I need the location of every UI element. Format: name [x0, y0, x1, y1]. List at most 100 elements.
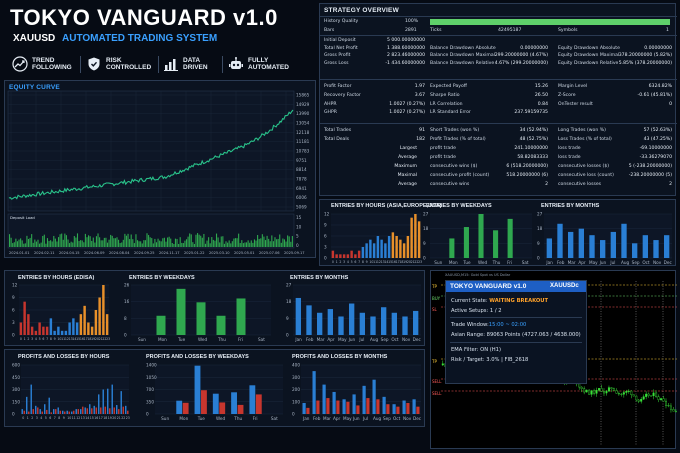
- strategy-cell: Loss Trades (% of total): [558, 137, 612, 142]
- feature-separator: [222, 56, 223, 73]
- strategy-cell: consecutive profit (count): [430, 173, 490, 178]
- loss-bar: [122, 406, 124, 414]
- strategy-cell: Profit Trades (% of total): [430, 137, 486, 142]
- history-quality-label: History Quality: [324, 19, 359, 24]
- bars-label: Bars: [324, 28, 335, 33]
- strategy-cell: 1.0027 (0.27%): [389, 110, 425, 116]
- loss-bar: [104, 406, 106, 414]
- strategy-cell: -33.36279070: [639, 155, 672, 160]
- x-tick-label: 14: [85, 416, 89, 420]
- y-tick-label: 150: [12, 399, 20, 404]
- window-label: Trade Window:: [451, 322, 489, 328]
- deposit-load-bar: [148, 235, 150, 247]
- strategy-cell: LR Standard Error: [430, 110, 471, 116]
- y-tick-label: 16: [124, 299, 130, 304]
- deposit-load-bar: [215, 233, 218, 247]
- profit-bar: [372, 379, 376, 414]
- deposit-load-bar: [193, 243, 195, 247]
- x-tick-label: 8: [50, 337, 52, 341]
- strategy-cell: OnTester result: [558, 101, 593, 107]
- deposit-load-bar: [165, 241, 167, 247]
- deposit-load-bar: [105, 237, 107, 247]
- profit-bar: [93, 405, 95, 414]
- bar: [94, 310, 98, 335]
- deposit-load-bar: [127, 233, 129, 247]
- bar: [34, 330, 38, 335]
- bar: [349, 303, 355, 335]
- profit-bar: [21, 409, 23, 414]
- bar: [632, 243, 638, 258]
- deposit-load-bar: [45, 243, 47, 247]
- x-tick-label: 2024.08.04: [109, 251, 130, 255]
- deposit-load-bar: [230, 243, 232, 247]
- deposit-load-bar: [204, 243, 207, 247]
- candle-body: [605, 390, 608, 394]
- deposit-load-bar: [138, 241, 140, 247]
- pl-charts-svg: 60045030015000 1 2 3 4 5 6 7 8 9 10 11 12 13 14 15 16 17 1…: [12, 363, 422, 422]
- deposit-load-bar: [67, 239, 69, 247]
- deposit-load-bar: [70, 241, 72, 247]
- strategy-cell: 2: [545, 182, 548, 187]
- candle-body: [652, 392, 655, 397]
- profit-bar: [98, 394, 100, 414]
- risk-extra: FIB_2618: [504, 357, 529, 363]
- pl-weekdays-chart: 1400 1050 700 350 0 Sun Mon Tue Wed Thu Fri Sat: [146, 363, 283, 421]
- deposit-load-bar: [255, 240, 257, 247]
- strategy-cell: 1 388.60000000: [387, 45, 425, 51]
- deposit-load-bar: [290, 241, 292, 247]
- strategy-cell: Recovery Factor: [324, 92, 361, 98]
- bar: [83, 305, 86, 335]
- deposit-load-bar: [291, 235, 293, 247]
- y-tick-label: 0: [286, 333, 289, 338]
- x-tick-label: Nov: [403, 416, 412, 421]
- deposit-load-bar: [141, 243, 143, 247]
- load-tick-label: 10: [296, 224, 302, 229]
- profit-bar: [249, 385, 256, 414]
- x-tick-label: Dec: [413, 337, 422, 342]
- candle-body: [645, 393, 648, 397]
- x-tick-label: Jul: [358, 337, 364, 342]
- strategy-cell: Gross Profit: [324, 53, 351, 59]
- bar: [87, 322, 90, 335]
- divider: [320, 79, 677, 80]
- x-tick-label: Oct: [393, 416, 401, 421]
- deposit-load-bar: [54, 238, 56, 247]
- bar: [653, 240, 659, 258]
- bar: [402, 243, 406, 258]
- deposit-load-bar: [287, 235, 289, 247]
- strategy-cell: Total Deals: [324, 137, 350, 142]
- price-tag: SELL: [432, 379, 442, 384]
- bar: [196, 302, 206, 335]
- profit-bar: [48, 397, 50, 414]
- deposit-load-bar: [258, 238, 260, 247]
- deposit-load-bar: [206, 240, 208, 247]
- bar: [578, 228, 584, 258]
- history-quality-fill: [430, 19, 670, 25]
- y-tick-label: 1400: [146, 363, 157, 368]
- x-tick-label: 16: [94, 416, 98, 420]
- deposit-load-bar: [132, 239, 134, 247]
- x-tick-label: Tue: [197, 416, 206, 421]
- feature-risk: RISK CONTROLLED: [86, 54, 151, 74]
- deposit-load-bar: [162, 238, 164, 247]
- deposit-load-bar: [113, 238, 115, 247]
- deposit-load-bar: [40, 242, 42, 247]
- strategy-cell: 299.20000000 (4.67%): [494, 53, 548, 59]
- strategy-cell: Z-Score: [558, 92, 576, 98]
- deposit-load-bar: [253, 239, 255, 247]
- bar: [376, 236, 380, 258]
- bar: [361, 247, 365, 258]
- deposit-load-bar: [173, 243, 175, 247]
- deposit-load-bar: [59, 234, 61, 247]
- deposit-load-bar: [187, 236, 189, 247]
- bar: [381, 307, 387, 335]
- x-tick-label: Sep: [381, 337, 389, 342]
- x-tick-label: 11: [72, 416, 76, 420]
- bar: [156, 315, 166, 335]
- mid-months-chart: 27 18 9 0 Jan Feb Mar Apr May Jun Jul Aug Sep Oct Nov D…: [537, 212, 672, 266]
- deposit-load-bar: [65, 235, 67, 247]
- profit-bar: [71, 411, 73, 414]
- y-tick-label: 600: [12, 363, 20, 368]
- feature-risk-line2: CONTROLLED: [106, 64, 152, 71]
- x-tick-label: Thu: [492, 260, 501, 265]
